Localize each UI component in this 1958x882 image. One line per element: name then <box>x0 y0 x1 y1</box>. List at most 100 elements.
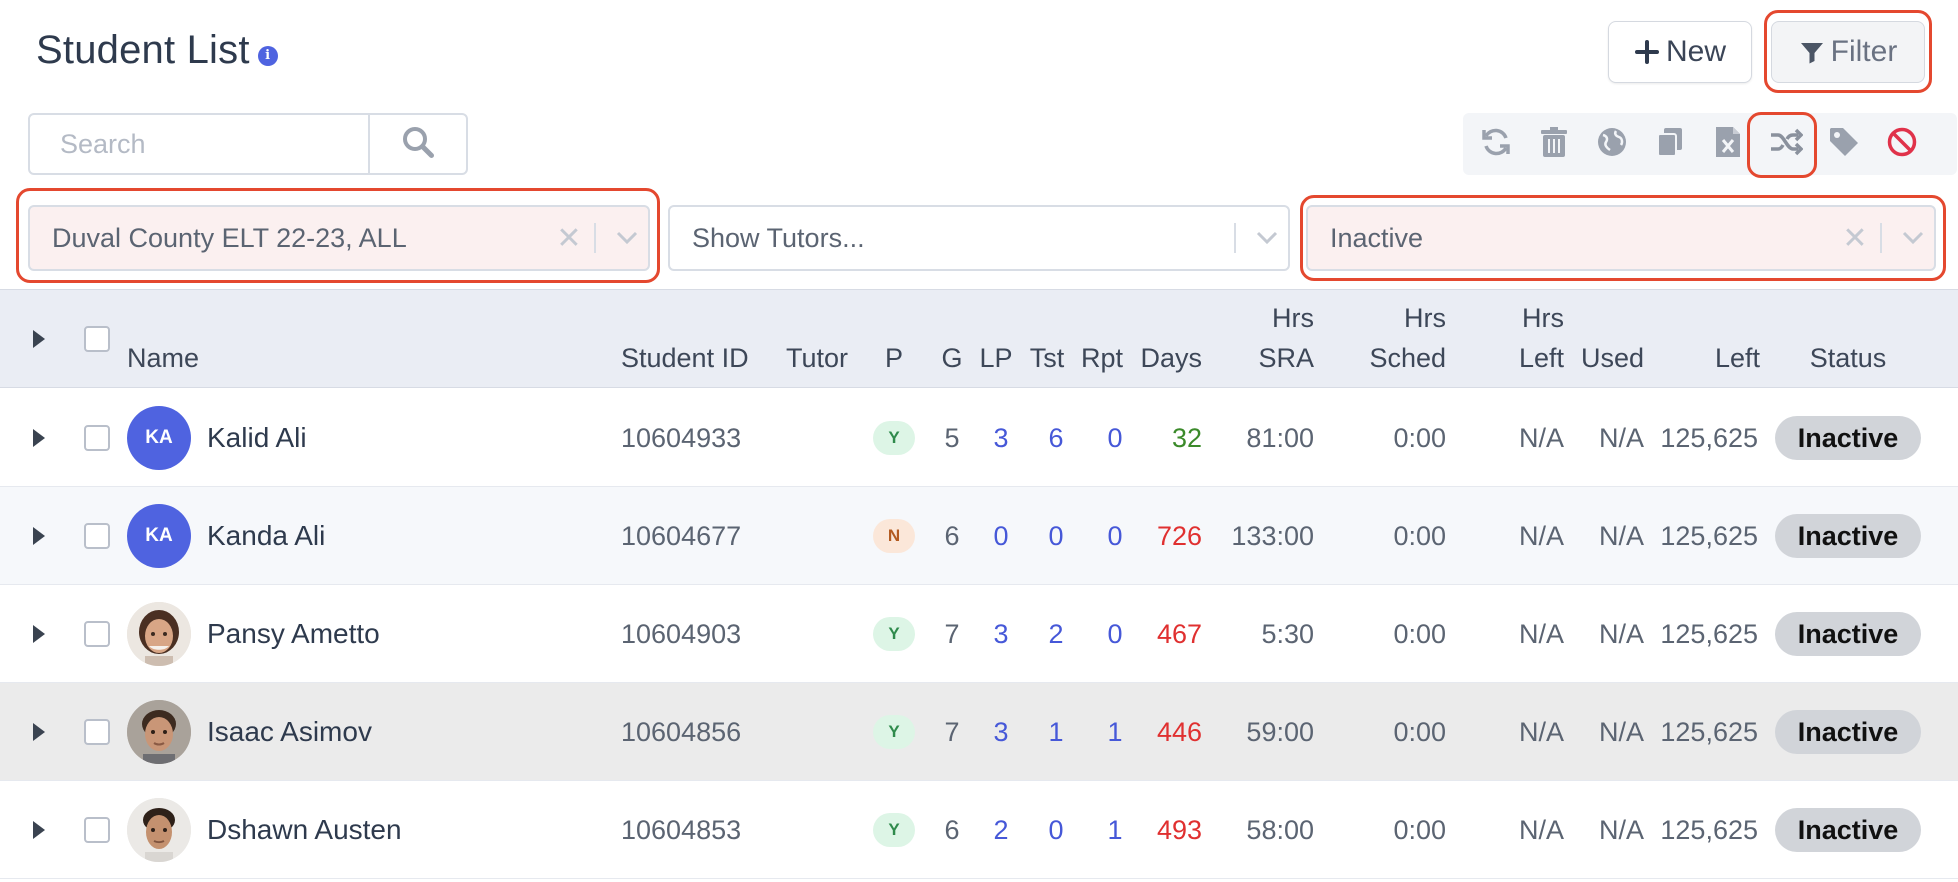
status-select-value: Inactive <box>1330 222 1424 253</box>
used: N/A <box>1598 815 1644 845</box>
used: N/A <box>1598 717 1644 747</box>
hrs-sched: 0:00 <box>1393 717 1446 747</box>
tst-link[interactable]: 1 <box>1031 714 1081 750</box>
used: N/A <box>1598 521 1644 551</box>
row-checkbox[interactable] <box>84 719 110 745</box>
left: 125,625 <box>1660 521 1758 551</box>
column-header-g[interactable]: G <box>937 338 967 378</box>
student-name[interactable]: Dshawn Austen <box>207 812 402 848</box>
page-header: Student List i <box>36 28 278 73</box>
tag-button[interactable] <box>1815 113 1873 175</box>
county-select-value: Duval County ELT 22-23, ALL <box>52 222 407 253</box>
lp-link[interactable]: 3 <box>976 420 1026 456</box>
column-header-status[interactable]: Status <box>1775 338 1921 378</box>
column-header-hrs-left-line2[interactable]: Left <box>1464 338 1564 378</box>
avatar: KA <box>127 504 191 568</box>
select-divider <box>594 223 596 253</box>
student-name[interactable]: Isaac Asimov <box>207 714 372 750</box>
hrs-left: N/A <box>1518 815 1564 845</box>
column-header-days[interactable]: Days <box>1130 338 1202 378</box>
column-header-student-id[interactable]: Student ID <box>621 338 749 378</box>
excel-icon <box>1714 125 1742 164</box>
expand-row-icon[interactable] <box>33 723 45 741</box>
hrs-left: N/A <box>1518 717 1564 747</box>
copy-icon <box>1655 126 1685 163</box>
table-row[interactable]: KA Kalid Ali 10604933 Y 5 3 6 0 32 81:00… <box>0 389 1958 487</box>
shuffle-button[interactable] <box>1757 113 1815 175</box>
row-checkbox[interactable] <box>84 621 110 647</box>
lp-link[interactable]: 3 <box>976 714 1026 750</box>
deactivate-button[interactable] <box>1873 113 1931 175</box>
globe-icon <box>1596 126 1628 163</box>
table-row[interactable]: KA Kanda Ali 10604677 N 6 0 0 0 726 133:… <box>0 487 1958 585</box>
left: 125,625 <box>1660 619 1758 649</box>
column-header-p[interactable]: P <box>874 338 914 378</box>
select-divider <box>1234 223 1236 253</box>
search-icon <box>401 125 435 164</box>
expand-row-icon[interactable] <box>33 821 45 839</box>
tst-link[interactable]: 0 <box>1031 812 1081 848</box>
lp-link[interactable]: 3 <box>976 616 1026 652</box>
lp-link[interactable]: 0 <box>976 518 1026 554</box>
column-header-name[interactable]: Name <box>127 338 199 378</box>
select-all-checkbox[interactable] <box>84 326 110 352</box>
column-header-lp[interactable]: LP <box>976 338 1016 378</box>
tst-link[interactable]: 6 <box>1031 420 1081 456</box>
status-badge: Inactive <box>1775 808 1921 852</box>
column-header-hrs-sra-line1[interactable]: Hrs <box>1214 298 1314 338</box>
table-row[interactable]: Isaac Asimov 10604856 Y 7 3 1 1 446 59:0… <box>0 683 1958 781</box>
student-name[interactable]: Kanda Ali <box>207 518 325 554</box>
used: N/A <box>1598 423 1644 453</box>
chevron-down-icon[interactable] <box>1892 231 1934 245</box>
chevron-down-icon[interactable] <box>1246 231 1288 245</box>
grade: 5 <box>944 423 960 453</box>
copy-button[interactable] <box>1641 113 1699 175</box>
status-select[interactable]: Inactive ✕ <box>1306 205 1936 271</box>
delete-button[interactable] <box>1525 113 1583 175</box>
new-button[interactable]: New <box>1608 21 1752 83</box>
table-row[interactable]: Pansy Ametto 10604903 Y 7 3 2 0 467 5:30… <box>0 585 1958 683</box>
column-header-hrs-sched-line1[interactable]: Hrs <box>1346 298 1446 338</box>
student-name[interactable]: Pansy Ametto <box>207 616 380 652</box>
column-header-hrs-sched-line2[interactable]: Sched <box>1346 338 1446 378</box>
county-select[interactable]: Duval County ELT 22-23, ALL ✕ <box>28 205 650 271</box>
clear-icon[interactable]: ✕ <box>1834 221 1876 256</box>
search-button[interactable] <box>368 115 466 173</box>
column-header-left[interactable]: Left <box>1660 338 1760 378</box>
student-name[interactable]: Kalid Ali <box>207 420 307 456</box>
row-checkbox[interactable] <box>84 523 110 549</box>
grade: 6 <box>944 521 960 551</box>
expand-all-icon[interactable] <box>33 330 45 348</box>
info-icon[interactable]: i <box>257 45 278 66</box>
tst-link[interactable]: 2 <box>1031 616 1081 652</box>
globe-button[interactable] <box>1583 113 1641 175</box>
column-header-used[interactable]: Used <box>1560 338 1644 378</box>
column-header-rpt[interactable]: Rpt <box>1077 338 1127 378</box>
row-checkbox[interactable] <box>84 425 110 451</box>
filter-button[interactable]: Filter <box>1771 21 1925 83</box>
row-checkbox[interactable] <box>84 817 110 843</box>
tutors-select[interactable]: Show Tutors... <box>668 205 1290 271</box>
table-row[interactable]: Dshawn Austen 10604853 Y 6 2 0 1 493 58:… <box>0 781 1958 879</box>
clear-icon[interactable]: ✕ <box>548 221 590 256</box>
table-header: Name Student ID Tutor P G LP Tst Rpt Day… <box>0 289 1958 388</box>
excel-export-button[interactable] <box>1699 113 1757 175</box>
lp-link[interactable]: 2 <box>976 812 1026 848</box>
column-header-tst[interactable]: Tst <box>1022 338 1072 378</box>
chevron-down-icon[interactable] <box>606 231 648 245</box>
refresh-button[interactable] <box>1467 113 1525 175</box>
expand-row-icon[interactable] <box>33 625 45 643</box>
column-header-hrs-left-line1[interactable]: Hrs <box>1464 298 1564 338</box>
avatar <box>127 602 191 666</box>
hrs-sra: 81:00 <box>1246 423 1314 453</box>
hrs-sched: 0:00 <box>1393 521 1446 551</box>
days: 467 <box>1156 619 1202 649</box>
hrs-left: N/A <box>1518 619 1564 649</box>
expand-row-icon[interactable] <box>33 527 45 545</box>
column-header-hrs-sra-line2[interactable]: SRA <box>1214 338 1314 378</box>
column-header-tutor[interactable]: Tutor <box>786 338 848 378</box>
expand-row-icon[interactable] <box>33 429 45 447</box>
tst-link[interactable]: 0 <box>1031 518 1081 554</box>
search-input[interactable] <box>30 115 368 173</box>
grade: 6 <box>944 815 960 845</box>
